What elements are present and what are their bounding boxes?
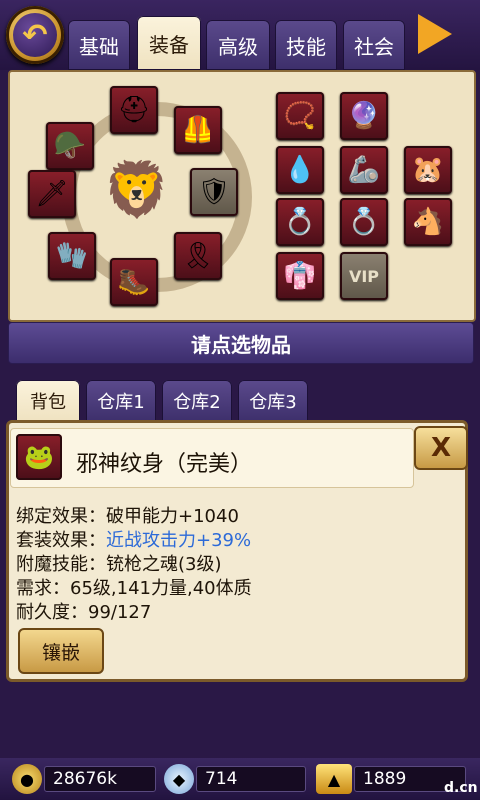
tab-basic[interactable]: 基础: [68, 20, 130, 70]
gold-amount: 28676k: [44, 766, 156, 792]
belt-icon: 🎗: [181, 241, 215, 271]
item-stat-enchant: 附魔技能：铳枪之魂(3级): [16, 554, 222, 575]
helmet-icon: ⛑: [117, 95, 151, 125]
ring-icon: 💍: [347, 207, 381, 237]
necklace-icon: 📿: [283, 101, 317, 131]
horse-icon: 🐴: [411, 207, 445, 237]
tattoo-slot[interactable]: 👘: [276, 252, 324, 300]
watermark: d.cn: [444, 780, 478, 796]
item-stat-requirement: 需求：65级,141力量,40体质: [16, 578, 252, 599]
glove-icon: 🧤: [55, 241, 89, 271]
necklace-slot[interactable]: 📿: [276, 92, 324, 140]
amulet-slot[interactable]: 🔮: [340, 92, 388, 140]
sword-icon: 🗡: [35, 179, 69, 209]
helmet-slot[interactable]: ⛑: [110, 86, 158, 134]
tattoo-icon: 🐸: [24, 443, 54, 471]
back-button[interactable]: ↶: [6, 6, 64, 64]
hero-character-icon: 🦁: [103, 158, 171, 221]
back-arrow-icon: ↶: [13, 13, 57, 57]
weapon-slot[interactable]: 🗡: [28, 170, 76, 218]
gold-ingot-icon: ▲: [316, 764, 352, 794]
gem-icon: ◆: [164, 764, 194, 794]
tab-advanced[interactable]: 高级: [206, 20, 270, 70]
mount-slot[interactable]: 🐴: [404, 198, 452, 246]
ring-icon: 💍: [283, 207, 317, 237]
item-stat-durability: 耐久度：99/127: [16, 602, 152, 623]
inlay-button[interactable]: 镶嵌: [18, 628, 104, 674]
bracer-slot[interactable]: 🦾: [340, 146, 388, 194]
tab-backpack[interactable]: 背包: [16, 380, 80, 422]
shoulder-icon: 🦺: [181, 115, 215, 145]
tab-equipment[interactable]: 装备: [137, 16, 201, 70]
vip-label: VIP: [348, 266, 380, 286]
next-arrow-icon[interactable]: [418, 14, 452, 54]
item-stat-bind: 绑定效果：破甲能力+1040: [16, 506, 239, 527]
amulet-icon: 🔮: [347, 101, 381, 131]
item-stat-set: 套装效果：近战攻击力+39%: [16, 530, 252, 551]
tab-skills[interactable]: 技能: [275, 20, 337, 70]
gem-amount: 714: [196, 766, 306, 792]
pet-icon: 🐹: [411, 155, 445, 185]
item-name: 邪神纹身（完美）: [76, 452, 253, 477]
tab-storage-2[interactable]: 仓库2: [162, 380, 232, 422]
item-icon: 🐸: [16, 434, 62, 480]
shield-icon: 🛡: [197, 177, 231, 207]
gold-coin-icon: ●: [12, 764, 42, 794]
head-armor-slot[interactable]: 🪖: [46, 122, 94, 170]
glove-slot[interactable]: 🧤: [48, 232, 96, 280]
shield-slot[interactable]: 🛡: [190, 168, 238, 216]
tab-storage-3[interactable]: 仓库3: [238, 380, 308, 422]
ring-slot-1[interactable]: 💍: [276, 198, 324, 246]
pendant-icon: 💧: [283, 155, 317, 185]
boots-slot[interactable]: 🥾: [110, 258, 158, 306]
bracer-icon: 🦾: [347, 155, 381, 185]
ring-slot-2[interactable]: 💍: [340, 198, 388, 246]
pet-slot[interactable]: 🐹: [404, 146, 452, 194]
tattoo-icon: 👘: [283, 261, 317, 291]
vip-slot[interactable]: VIP: [340, 252, 388, 300]
select-item-prompt: 请点选物品: [8, 322, 474, 364]
boots-icon: 🥾: [117, 267, 151, 297]
close-button[interactable]: X: [414, 426, 468, 470]
shoulder-slot[interactable]: 🦺: [174, 106, 222, 154]
tab-storage-1[interactable]: 仓库1: [86, 380, 156, 422]
belt-slot[interactable]: 🎗: [174, 232, 222, 280]
head-armor-icon: 🪖: [53, 131, 87, 161]
pendant-slot[interactable]: 💧: [276, 146, 324, 194]
tab-social[interactable]: 社会: [343, 20, 405, 70]
